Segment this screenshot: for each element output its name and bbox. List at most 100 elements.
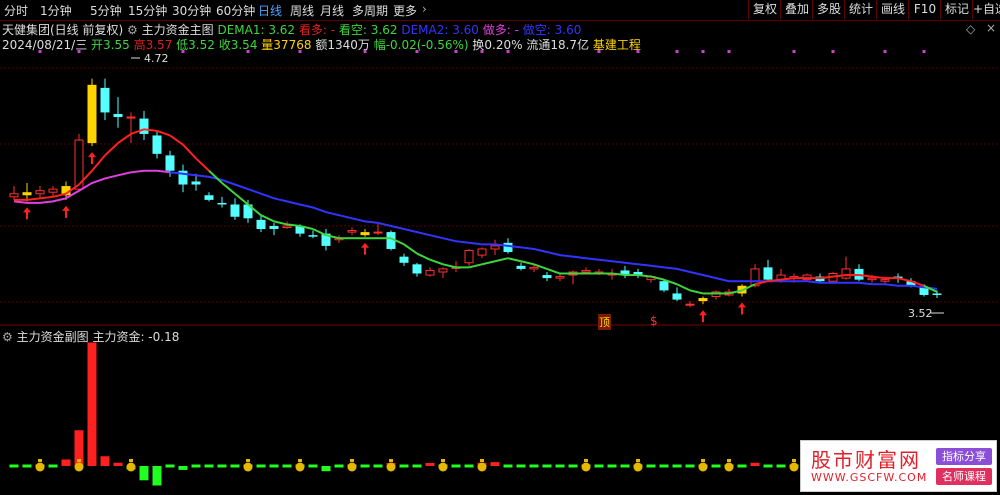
low-price-label: 3.52	[908, 307, 933, 320]
candle	[360, 229, 370, 237]
candle-body	[425, 269, 435, 276]
candle-body	[347, 230, 357, 233]
flow-bar	[321, 466, 331, 472]
candle	[542, 271, 552, 282]
candle-body	[126, 116, 136, 119]
candle-body	[529, 266, 539, 270]
flow-bar	[555, 464, 565, 468]
candle-body	[256, 219, 266, 230]
flow-bar	[594, 464, 604, 468]
flow-bar	[776, 464, 786, 468]
candle-body	[22, 192, 32, 196]
money-bag-body	[581, 462, 591, 472]
signal-dot	[597, 50, 601, 53]
top-signal-marker: 顶	[598, 314, 611, 330]
flow-bar	[425, 463, 435, 466]
flow-bar	[165, 464, 175, 468]
flow-bar	[48, 464, 58, 468]
candle	[477, 247, 487, 259]
signal-dot	[363, 50, 367, 53]
candle	[633, 268, 643, 279]
kline-chart[interactable]	[0, 0, 1000, 495]
candle	[152, 130, 162, 159]
money-bag-body	[74, 462, 84, 472]
candle	[698, 296, 708, 305]
candle	[555, 273, 565, 282]
dema1-segment	[637, 274, 652, 278]
flow-bar	[750, 462, 760, 466]
money-bag-neck	[298, 459, 302, 462]
flow-bar	[334, 464, 344, 468]
candle	[100, 78, 110, 121]
flow-bar	[737, 464, 747, 468]
money-bag-body	[126, 462, 136, 472]
money-bag-body	[295, 462, 305, 472]
flow-bar	[516, 464, 526, 468]
buy-arrow-icon	[23, 207, 31, 220]
candle-body	[932, 293, 942, 295]
flow-bar	[22, 464, 32, 468]
money-bag-neck	[636, 459, 640, 462]
money-bag-icon	[789, 459, 799, 472]
candle-body	[230, 204, 240, 217]
candle	[711, 290, 721, 300]
money-bag-neck	[246, 459, 250, 462]
candle-body	[659, 281, 669, 291]
candle-body	[763, 267, 773, 280]
money-bag-icon	[347, 459, 357, 472]
candle-body	[841, 268, 851, 279]
dema1-segment	[403, 243, 418, 255]
dema1-segment	[169, 134, 184, 146]
candle-body	[373, 231, 383, 234]
money-bag-neck	[584, 459, 588, 462]
candle-body	[48, 188, 58, 193]
dema1-segment	[234, 192, 249, 206]
signal-dot	[246, 50, 250, 53]
buy-arrow-icon	[738, 302, 746, 315]
dema1-segment	[182, 143, 197, 160]
signal-dot	[727, 50, 731, 53]
flow-bar	[620, 464, 630, 468]
dema1-segment	[104, 142, 119, 157]
flow-bar	[100, 456, 110, 466]
flow-bar	[503, 464, 513, 468]
teacher-course-tag: 名师课程	[936, 468, 992, 485]
flow-bar	[204, 464, 214, 468]
candle	[763, 259, 773, 282]
flow-bar	[646, 464, 656, 468]
money-bag-body	[243, 462, 253, 472]
candle-body	[269, 225, 279, 230]
candle-body	[516, 265, 526, 269]
money-bag-neck	[480, 459, 484, 462]
buy-arrow-icon	[62, 205, 70, 218]
candle-body	[204, 195, 214, 200]
candle-body	[555, 276, 565, 279]
flow-bar	[360, 464, 370, 468]
flow-bar	[607, 464, 617, 468]
candle	[854, 264, 864, 282]
candle	[516, 262, 526, 271]
flow-bar	[87, 342, 97, 466]
signal-dot	[792, 50, 796, 53]
signal-dot	[454, 50, 458, 53]
money-bag-body	[386, 462, 396, 472]
dema1-segment	[416, 252, 431, 261]
candle-body	[35, 190, 45, 195]
money-bag-neck	[38, 459, 42, 462]
money-bag-icon	[126, 459, 136, 472]
candle	[347, 227, 357, 236]
flow-bar	[61, 459, 71, 466]
candle-body	[191, 181, 201, 185]
buy-arrow-icon	[699, 310, 707, 323]
watermark-url: WWW.GSCFW.COM	[811, 471, 928, 484]
candle-body	[100, 87, 110, 113]
candle	[269, 222, 279, 236]
candle	[9, 186, 19, 200]
dema1-segment	[897, 277, 912, 283]
money-bag-icon	[438, 459, 448, 472]
money-bag-icon	[581, 459, 591, 472]
flow-bar	[412, 464, 422, 468]
candle-body	[490, 245, 500, 250]
money-signal-marker: $	[650, 314, 658, 328]
dema1-segment	[442, 263, 457, 269]
